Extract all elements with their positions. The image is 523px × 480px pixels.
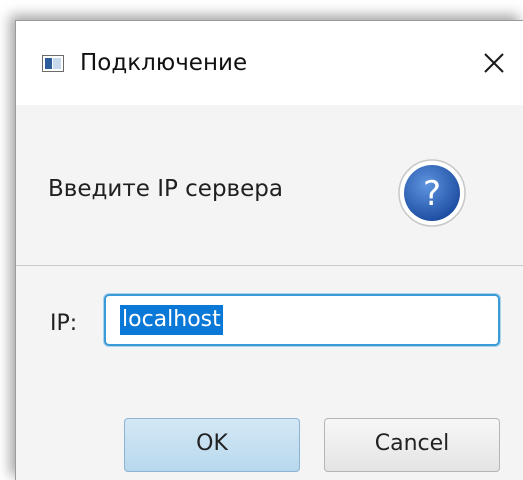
title-bar: Подключение (16, 21, 523, 105)
dialog-header: Введите IP сервера ? (16, 105, 523, 265)
close-icon (484, 53, 504, 73)
close-button[interactable] (476, 45, 512, 81)
question-mark-icon: ? (396, 157, 468, 229)
ip-input-value: localhost (120, 305, 223, 335)
cancel-button[interactable]: Cancel (324, 418, 500, 472)
connection-dialog: Подключение Введите IP сервера ? IP: loc… (15, 20, 523, 480)
header-text: Введите IP сервера (48, 176, 283, 202)
application-window-icon (42, 55, 64, 72)
dialog-content: IP: localhost OK Cancel (16, 266, 523, 480)
ip-input[interactable]: localhost (104, 294, 500, 346)
window-title: Подключение (80, 50, 248, 76)
ip-label: IP: (50, 311, 78, 336)
ok-button[interactable]: OK (124, 418, 300, 472)
svg-text:?: ? (423, 174, 441, 214)
screen: Подключение Введите IP сервера ? IP: loc… (0, 0, 523, 480)
